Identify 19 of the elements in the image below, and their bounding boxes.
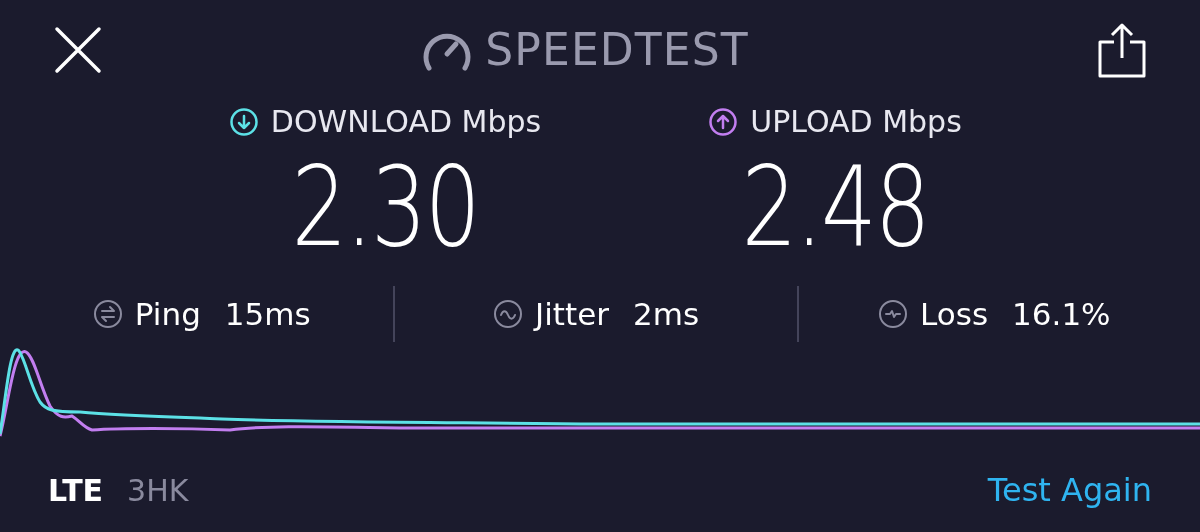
ping-icon (92, 299, 123, 329)
result-label: DOWNLOAD Mbps (270, 107, 542, 137)
metric-value: 15ms (224, 294, 311, 334)
close-icon (54, 26, 102, 74)
loss-icon (878, 299, 909, 329)
network-type: LTE (48, 471, 104, 510)
metric-value: 16.1% (1012, 294, 1111, 334)
metric-label: Jitter (535, 294, 609, 334)
metric-label: Ping (134, 294, 201, 334)
result-value: 2.48 (741, 152, 929, 262)
result-label: UPLOAD Mbps (750, 107, 962, 137)
metric-label: Loss (920, 294, 989, 334)
wave-icon (493, 299, 524, 329)
test-again-link[interactable]: Test Again (987, 466, 1152, 514)
share-icon (1097, 22, 1147, 78)
metric-value: 2ms (632, 294, 700, 334)
carrier-name: 3HK (127, 471, 189, 510)
result-value: 2.30 (291, 152, 479, 262)
app-title: SPEEDTEST (485, 23, 749, 77)
